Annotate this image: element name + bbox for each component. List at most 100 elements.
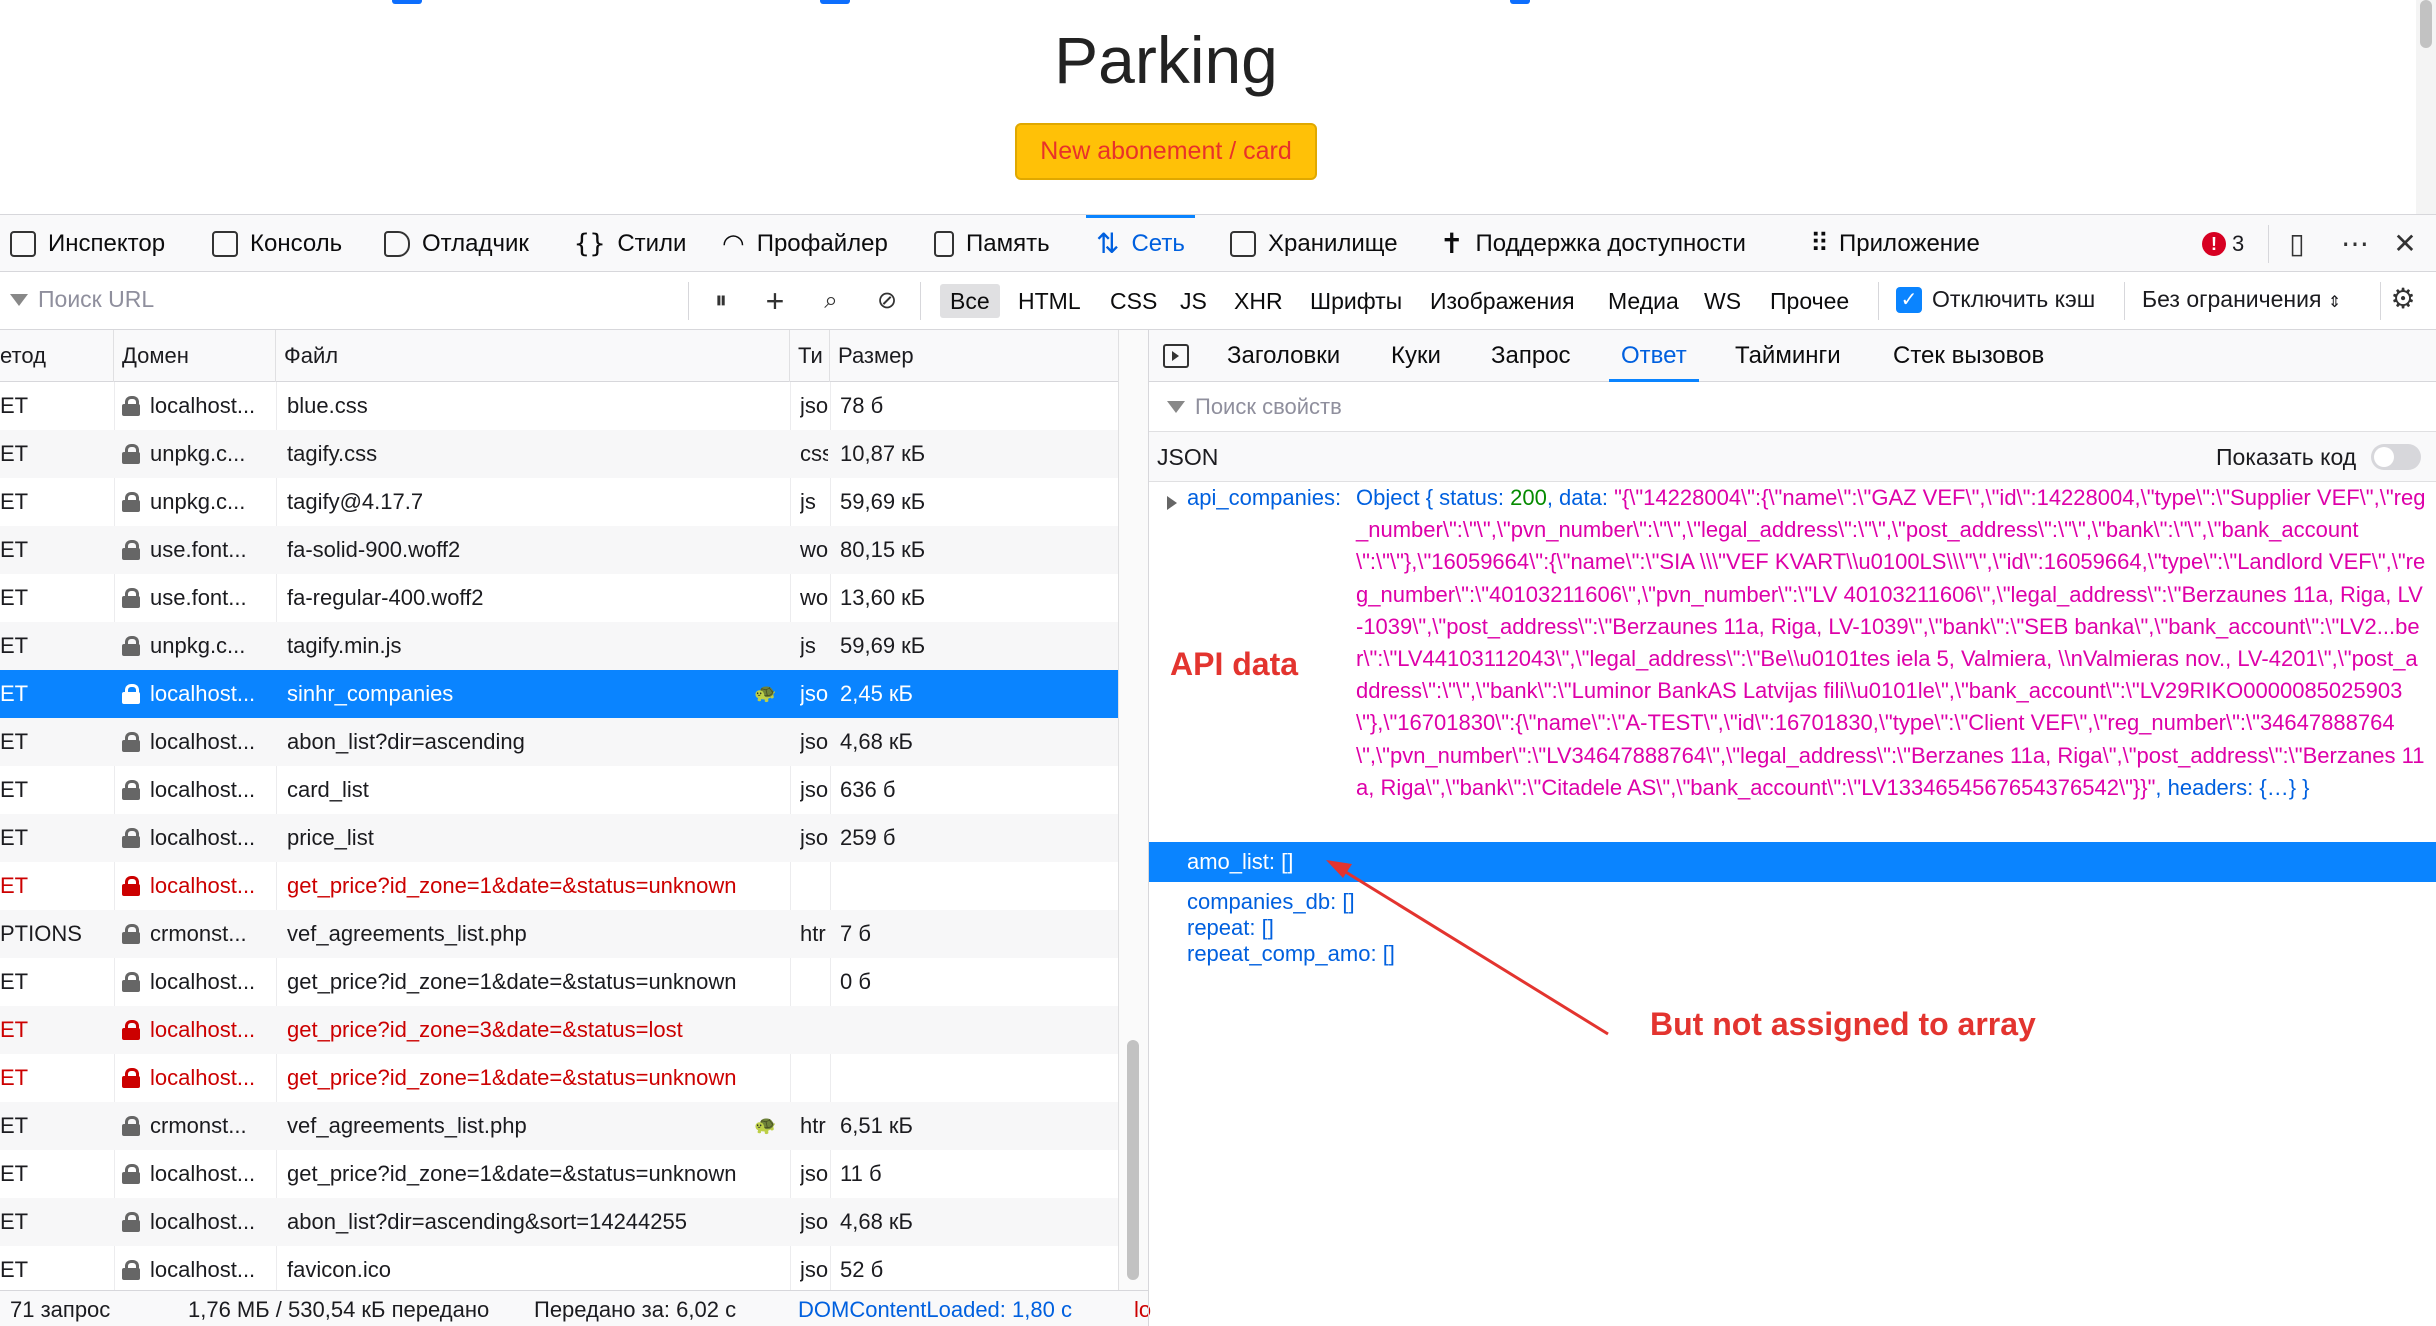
request-size: 52 б xyxy=(840,1257,884,1282)
tab-label: Профайлер xyxy=(756,229,888,257)
request-type: htr xyxy=(800,921,826,946)
request-method: ET xyxy=(0,1161,29,1186)
request-row[interactable]: ET localhost... get_price?id_zone=1&date=&… xyxy=(0,1054,1118,1102)
request-row[interactable]: ET unpkg.c... tagify.min.js js 59,69 кБ xyxy=(0,622,1118,670)
type-filter-html[interactable]: HTML xyxy=(1008,284,1091,318)
nav-link-fragment[interactable] xyxy=(392,0,422,4)
request-method: ET xyxy=(0,441,29,466)
type-filter-images[interactable]: Изображения xyxy=(1420,284,1585,318)
lock-icon xyxy=(122,732,140,752)
tab-inspector[interactable]: Инспектор xyxy=(10,215,165,272)
tab-style-editor[interactable]: {} Стили xyxy=(574,215,686,272)
request-row[interactable]: ET localhost... get_price?id_zone=3&date=&… xyxy=(0,1006,1118,1054)
request-row[interactable]: ET localhost... price_list jsoı 259 б xyxy=(0,814,1118,862)
property-filter-input[interactable]: Поиск свойств xyxy=(1149,382,2436,432)
request-domain: crmonst... xyxy=(122,1102,272,1150)
tab-memory[interactable]: Память xyxy=(934,215,1050,272)
scrollbar-thumb[interactable] xyxy=(1127,1040,1139,1280)
request-row[interactable]: ET unpkg.c... tagify@4.17.7 js 59,69 кБ xyxy=(0,478,1118,526)
request-row[interactable]: ET localhost... card_list jsoı 636 б xyxy=(0,766,1118,814)
tab-cookies[interactable]: Куки xyxy=(1391,330,1441,382)
disable-cache-label: Отключить кэш xyxy=(1932,286,2096,312)
request-row[interactable]: ET localhost... abon_list?dir=ascending jso… xyxy=(0,718,1118,766)
json-row-selected[interactable]: amo_list: [] xyxy=(1149,842,2436,882)
nav-link-fragment[interactable] xyxy=(820,0,850,4)
url-filter-input[interactable]: Поиск URL xyxy=(10,286,680,313)
divider xyxy=(920,282,921,320)
column-header-size[interactable]: Размер xyxy=(830,330,1118,382)
request-size xyxy=(840,1054,1020,1102)
tab-console[interactable]: Консоль xyxy=(212,215,342,272)
column-header-type[interactable]: Ти xyxy=(790,330,830,382)
disable-cache-checkbox[interactable]: ✓ Отключить кэш xyxy=(1896,286,2095,313)
request-domain: localhost... xyxy=(122,766,272,814)
page-scrollbar[interactable] xyxy=(2416,0,2436,214)
throttling-select[interactable]: Без ограничения ⇕ xyxy=(2142,286,2341,313)
json-row-repeat-comp-amo[interactable]: repeat_comp_amo: [] xyxy=(1187,938,1395,970)
request-row[interactable]: ET localhost... get_price?id_zone=1&date=&… xyxy=(0,958,1118,1006)
tab-response[interactable]: Ответ xyxy=(1609,330,1699,382)
type-filter-xhr[interactable]: XHR xyxy=(1224,284,1293,318)
request-row[interactable]: ET localhost... blue.css jsoı 78 б xyxy=(0,382,1118,430)
nav-link-fragment[interactable] xyxy=(1510,0,1530,4)
type-filter-other[interactable]: Прочее xyxy=(1760,284,1859,318)
type-filter-css[interactable]: CSS xyxy=(1100,284,1167,318)
request-size: 80,15 кБ xyxy=(840,537,926,562)
json-row-amo-list[interactable]: amo_list: [] xyxy=(1187,842,1293,882)
more-options-icon[interactable]: ⋯ xyxy=(2340,229,2370,259)
error-count-badge[interactable]: ! 3 xyxy=(2202,231,2244,257)
request-type xyxy=(800,862,828,910)
request-row[interactable]: ET localhost... favicon.ico jsoı 52 б xyxy=(0,1246,1118,1290)
tab-request[interactable]: Запрос xyxy=(1491,330,1571,382)
request-row[interactable]: ET crmonst... vef_agreements_list.php 🐢 htr 6… xyxy=(0,1102,1118,1150)
column-header-method[interactable]: етод xyxy=(0,330,114,382)
search-icon[interactable]: ⌕ xyxy=(816,284,846,318)
type-filter-fonts[interactable]: Шрифты xyxy=(1300,284,1412,318)
request-domain: localhost... xyxy=(122,1006,272,1054)
page-scrollbar-thumb[interactable] xyxy=(2420,0,2432,48)
responsive-design-icon[interactable]: ▯ xyxy=(2282,229,2312,259)
request-row[interactable]: ET localhost... abon_list?dir=ascending&so… xyxy=(0,1198,1118,1246)
settings-gear-icon[interactable]: ⚙ xyxy=(2388,284,2418,314)
request-row[interactable]: PTIONS crmonst... vef_agreements_list.php h… xyxy=(0,910,1118,958)
request-type: wo xyxy=(800,537,828,562)
tab-accessibility[interactable]: ✝ Поддержка доступности xyxy=(1440,215,1746,272)
divider xyxy=(1878,282,1879,320)
raw-toggle-switch[interactable] xyxy=(2371,444,2421,470)
tab-profiler[interactable]: ◠ Профайлер xyxy=(722,215,888,272)
tab-label: Стили xyxy=(617,229,687,257)
tab-storage[interactable]: Хранилище xyxy=(1230,215,1398,272)
clear-icon[interactable]: ⊘ xyxy=(872,284,902,318)
type-filter-all[interactable]: Все xyxy=(940,284,1000,318)
expand-triangle-icon[interactable] xyxy=(1167,496,1177,510)
request-row[interactable]: ET localhost... get_price?id_zone=1&date=&… xyxy=(0,862,1118,910)
request-row[interactable]: ET unpkg.c... tagify.css css 10,87 кБ xyxy=(0,430,1118,478)
json-key: repeat_comp_amo: xyxy=(1187,941,1377,966)
close-icon[interactable]: ✕ xyxy=(2390,229,2420,259)
type-filter-ws[interactable]: WS xyxy=(1694,284,1751,318)
type-filter-js[interactable]: JS xyxy=(1170,284,1217,318)
request-row[interactable]: ET use.font... fa-regular-400.woff2 wo 13,60… xyxy=(0,574,1118,622)
type-filter-media[interactable]: Медиа xyxy=(1598,284,1689,318)
request-row[interactable]: ET localhost... get_price?id_zone=1&date=&… xyxy=(0,1150,1118,1198)
column-header-file[interactable]: Файл xyxy=(276,330,790,382)
request-domain-text: localhost... xyxy=(150,777,256,802)
toggle-sidebar-icon[interactable] xyxy=(1163,344,1189,368)
request-list-scrollbar[interactable] xyxy=(1118,330,1148,1290)
tab-timings[interactable]: Тайминги xyxy=(1735,330,1841,382)
tab-headers[interactable]: Заголовки xyxy=(1227,330,1340,382)
pause-icon[interactable]: ⏸ xyxy=(706,284,736,318)
request-file: price_list xyxy=(287,825,374,850)
tab-application[interactable]: ⠿ Приложение xyxy=(1810,215,1980,272)
column-header-domain[interactable]: Домен xyxy=(114,330,276,382)
request-row[interactable]: ET use.font... fa-solid-900.woff2 wo 80,15 к… xyxy=(0,526,1118,574)
tab-debugger[interactable]: Отладчик xyxy=(384,215,529,272)
request-domain: localhost... xyxy=(122,814,272,862)
add-icon[interactable]: + xyxy=(760,284,790,318)
new-abonement-button[interactable]: New abonement / card xyxy=(1015,123,1317,180)
tab-network[interactable]: ⇅ Сеть xyxy=(1086,215,1195,272)
tab-stack-trace[interactable]: Стек вызовов xyxy=(1893,330,2044,382)
request-row[interactable]: ET localhost... sinhr_companies 🐢 jsoı 2,45 к… xyxy=(0,670,1118,718)
json-row-api-companies[interactable]: api_companies: xyxy=(1187,482,1341,514)
request-method: ET xyxy=(0,729,29,754)
